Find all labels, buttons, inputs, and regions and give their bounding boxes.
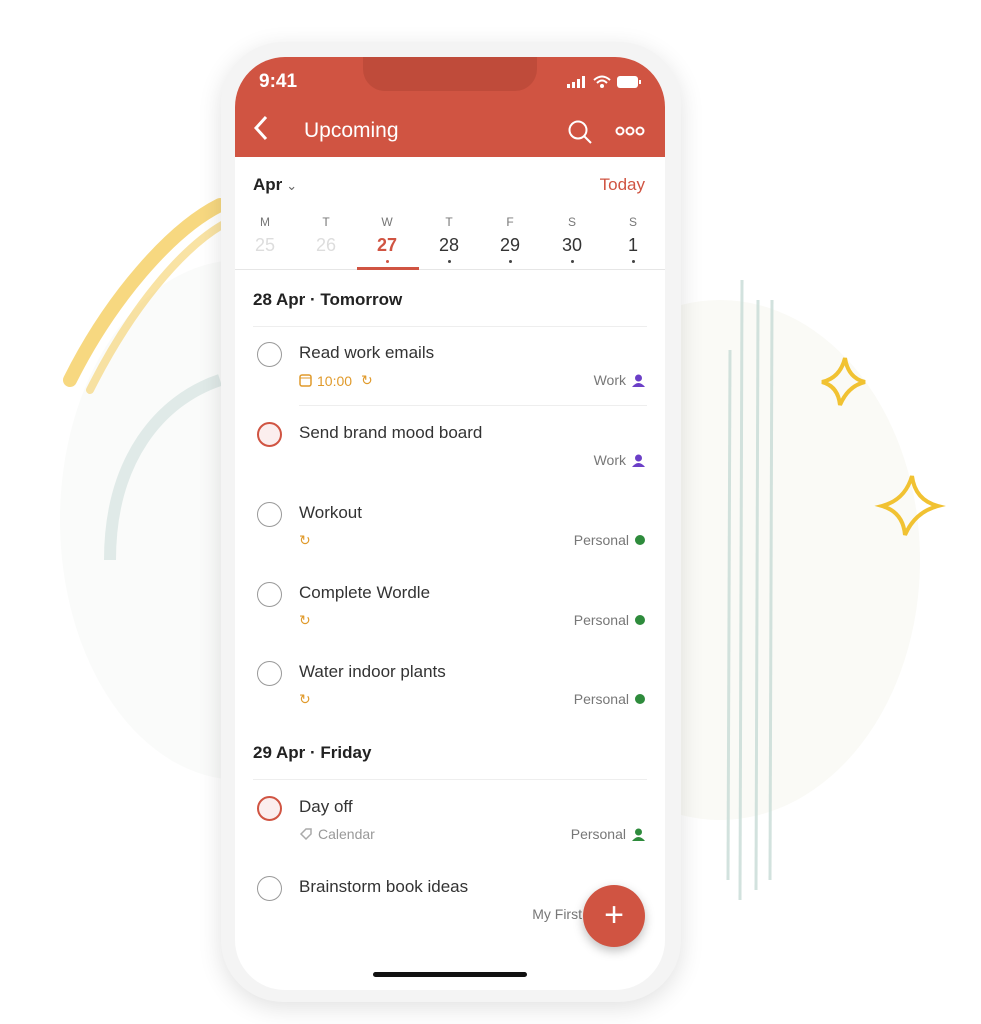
day-28[interactable]: T 28	[419, 215, 479, 263]
task-checkbox[interactable]	[257, 502, 282, 527]
task-item[interactable]: Complete Wordle ↻ Personal	[235, 582, 665, 662]
section-header: 29 Apr · Friday	[253, 743, 372, 762]
recurring-icon: ↻	[299, 691, 311, 707]
more-options-icon[interactable]	[615, 125, 645, 137]
day-25[interactable]: M 25	[235, 215, 295, 256]
shared-project-icon	[632, 828, 645, 841]
recurring-icon: ↻	[361, 372, 373, 388]
calendar-icon	[299, 374, 312, 387]
task-checkbox[interactable]	[257, 582, 282, 607]
recurring-icon: ↻	[299, 532, 311, 548]
add-task-button[interactable]: +	[583, 885, 645, 947]
task-item[interactable]: Workout ↻ Personal	[235, 502, 665, 582]
project-color-dot	[635, 535, 645, 545]
day-27[interactable]: W 27	[357, 215, 417, 263]
project-color-dot	[635, 615, 645, 625]
day-30[interactable]: S 30	[542, 215, 602, 263]
task-checkbox-priority[interactable]	[257, 796, 282, 821]
due-time: 10:00	[317, 372, 353, 389]
battery-icon	[617, 75, 641, 88]
phone-frame: 9:41 Upcoming Apr ⌄ Today M 25 T 26 W 27 T 28…	[221, 42, 681, 1002]
task-checkbox[interactable]	[257, 876, 282, 901]
back-button[interactable]	[253, 115, 269, 141]
label-icon	[299, 828, 312, 841]
home-indicator	[373, 972, 527, 977]
task-checkbox[interactable]	[257, 661, 282, 686]
shared-project-icon	[632, 374, 645, 387]
chevron-down-icon: ⌄	[286, 178, 298, 193]
page-title: Upcoming	[304, 119, 399, 142]
search-icon[interactable]	[567, 119, 593, 145]
today-button[interactable]: Today	[600, 175, 645, 195]
selected-day-indicator	[357, 267, 419, 270]
task-item[interactable]: Read work emails 10:00 ↻ Work	[235, 342, 665, 422]
task-checkbox[interactable]	[257, 342, 282, 367]
app-header: 9:41 Upcoming	[235, 57, 665, 157]
day-1[interactable]: S1	[603, 215, 663, 263]
task-item[interactable]: Day off Calendar Personal	[235, 796, 665, 876]
status-time: 9:41	[259, 71, 298, 92]
project-color-dot	[635, 694, 645, 704]
task-item[interactable]: Water indoor plants ↻ Personal	[235, 661, 665, 741]
day-26[interactable]: T 26	[296, 215, 356, 256]
month-selector[interactable]: Apr ⌄	[253, 175, 297, 195]
day-29[interactable]: F 29	[480, 215, 540, 263]
week-strip: M 25 T 26 W 27 T 28 F 29 S 30 S1	[235, 215, 665, 270]
signal-icon	[567, 75, 585, 88]
task-checkbox-priority[interactable]	[257, 422, 282, 447]
app-screen: 9:41 Upcoming Apr ⌄ Today M 25 T 26 W 27 T 28…	[235, 57, 665, 990]
task-item[interactable]: Send brand mood board Work	[235, 422, 665, 502]
notch	[363, 57, 537, 91]
wifi-icon	[593, 75, 611, 88]
recurring-icon: ↻	[299, 612, 311, 628]
shared-project-icon	[632, 454, 645, 467]
section-header: 28 Apr · Tomorrow	[253, 290, 403, 309]
